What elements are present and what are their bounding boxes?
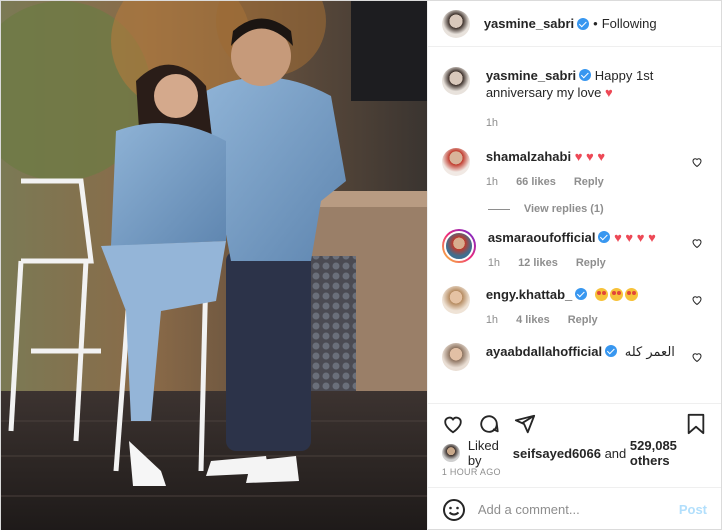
verified-icon <box>577 17 590 30</box>
comment-username[interactable]: shamalzahabi <box>486 149 571 164</box>
comment-body: shamalzahabi ♥ ♥ ♥ 1h 66 likes Reply <box>486 148 707 191</box>
comment-body: ayaabdallahofficial العمر كله <box>486 343 707 361</box>
comment-avatar[interactable] <box>443 231 474 261</box>
comment-body: asmaraoufofficial ♥ ♥ ♥ ♥ 1h 12 likes Re… <box>488 229 707 272</box>
comment-likes[interactable]: 4 likes <box>516 312 550 329</box>
comment-item: asmaraoufofficial ♥ ♥ ♥ ♥ 1h 12 likes Re… <box>441 229 707 272</box>
comment-username[interactable]: ayaabdallahofficial <box>486 344 602 359</box>
bookmark-icon[interactable] <box>683 411 709 437</box>
author-avatar[interactable] <box>441 9 470 38</box>
likes-and: and <box>604 445 627 461</box>
liker-avatar[interactable] <box>441 444 460 462</box>
likes-summary: Liked by seifsayed6066 and 529,085 other… <box>428 438 721 468</box>
liked-by-user[interactable]: seifsayed6066 <box>513 446 601 461</box>
replies-line <box>487 208 510 210</box>
heart-icon[interactable] <box>440 411 466 437</box>
verified-icon <box>579 69 592 81</box>
author-username[interactable]: yasmine_sabri <box>484 15 574 33</box>
couple-photo-illustration <box>1 1 427 530</box>
comment-time: 1h <box>485 314 499 326</box>
caption: yasmine_sabri Happy 1st anniversary my l… <box>441 67 707 132</box>
comment-username[interactable]: asmaraoufofficial <box>488 230 596 245</box>
comment-avatar[interactable] <box>441 343 470 371</box>
comment-icon[interactable] <box>476 411 502 437</box>
post-comment-button[interactable]: Post <box>679 502 707 517</box>
add-comment-bar: Post <box>427 487 721 530</box>
story-ring[interactable] <box>441 229 476 263</box>
caption-body: yasmine_sabri Happy 1st anniversary my l… <box>486 67 707 132</box>
following-button[interactable]: Following <box>602 16 657 31</box>
smile-icon[interactable] <box>442 498 466 522</box>
verified-icon <box>605 345 618 357</box>
comment-body: engy.khattab_ 1h 4 likes Reply <box>486 286 707 329</box>
caption-time: 1h <box>485 117 499 129</box>
view-replies-button[interactable]: View replies (1) <box>487 203 707 215</box>
instagram-post-modal: yasmine_sabri • Following yasmine_sabri … <box>0 0 722 530</box>
comment-text: العمر كله <box>624 345 675 360</box>
heart-eyes-emoji <box>594 287 640 302</box>
comment-likes[interactable]: 12 likes <box>518 255 558 272</box>
reply-button[interactable]: Reply <box>576 255 606 272</box>
like-comment-heart-icon[interactable] <box>691 156 703 168</box>
post-actions <box>427 403 721 443</box>
like-comment-heart-icon[interactable] <box>691 351 703 363</box>
post-photo[interactable] <box>1 1 427 530</box>
comment-avatar[interactable] <box>441 286 470 314</box>
comment-item: engy.khattab_ 1h 4 likes Reply <box>441 286 707 329</box>
separator-dot: • <box>593 16 598 31</box>
heart-emoji: ♥ ♥ ♥ <box>574 149 606 164</box>
comment-avatar[interactable] <box>441 148 470 176</box>
reply-button[interactable]: Reply <box>568 312 598 329</box>
share-icon[interactable] <box>512 411 538 437</box>
post-details-panel: yasmine_sabri • Following yasmine_sabri … <box>426 1 721 530</box>
comment-username[interactable]: engy.khattab_ <box>486 287 572 302</box>
comment-item: shamalzahabi ♥ ♥ ♥ 1h 66 likes Reply <box>441 148 707 191</box>
caption-avatar[interactable] <box>441 67 470 95</box>
like-comment-heart-icon[interactable] <box>691 294 703 306</box>
post-header: yasmine_sabri • Following <box>427 1 721 47</box>
comment-time: 1h <box>485 176 499 188</box>
verified-icon <box>575 288 588 300</box>
reply-button[interactable]: Reply <box>574 174 604 191</box>
verified-icon <box>598 231 611 243</box>
comment-item: ayaabdallahofficial العمر كله <box>441 343 707 371</box>
caption-username[interactable]: yasmine_sabri <box>486 68 576 83</box>
comment-time: 1h <box>487 257 501 269</box>
comment-likes[interactable]: 66 likes <box>516 174 556 191</box>
heart-emoji: ♥ <box>605 85 613 100</box>
heart-emoji: ♥ ♥ ♥ ♥ <box>614 230 656 245</box>
like-comment-heart-icon[interactable] <box>691 237 703 249</box>
comment-input[interactable] <box>477 502 679 517</box>
comments-list[interactable]: yasmine_sabri Happy 1st anniversary my l… <box>428 47 721 403</box>
post-timestamp[interactable]: 1 HOUR AGO <box>428 463 721 487</box>
